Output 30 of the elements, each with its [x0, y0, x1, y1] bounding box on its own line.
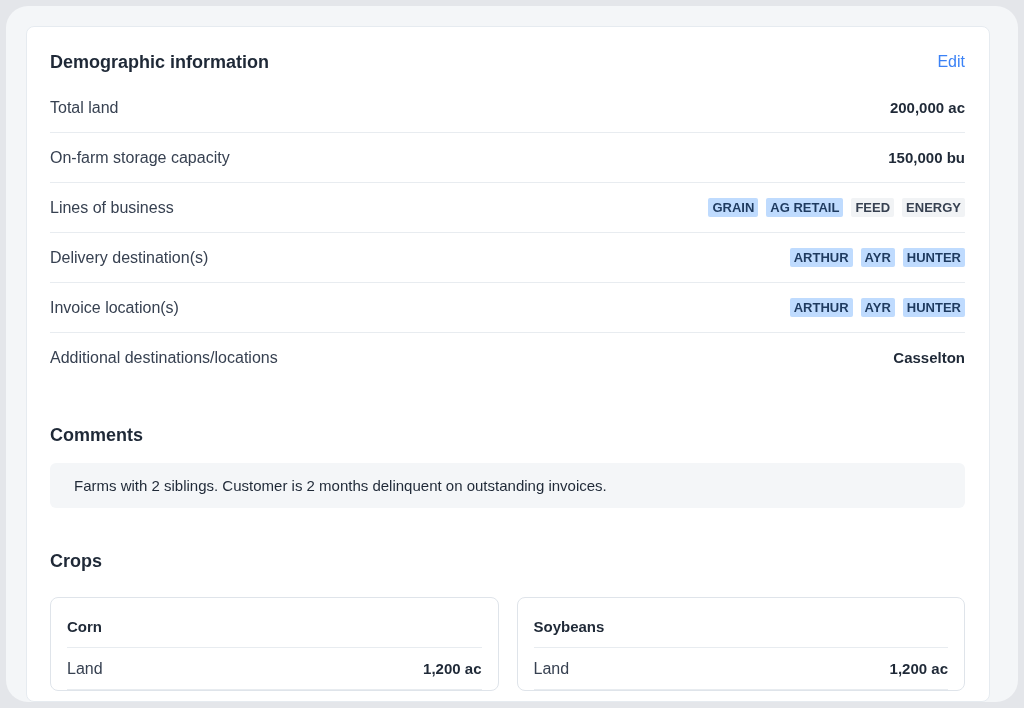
row-label: Land: [533, 659, 570, 678]
tag: AYR: [860, 248, 895, 267]
tag: AYR: [860, 298, 895, 317]
row-value: 200,000 ac: [889, 99, 965, 116]
crop-name: Corn: [67, 606, 482, 648]
tag: AG RETAIL: [766, 198, 844, 217]
tag: ARTHUR: [789, 298, 853, 317]
tag: HUNTER: [902, 298, 965, 317]
row-label: Delivery destination(s): [50, 248, 209, 267]
row-value: Casselton: [893, 349, 965, 366]
row-value: 1,200 ac: [889, 660, 948, 677]
row-value: 1,200 ac: [423, 660, 482, 677]
section-title: Crops: [50, 550, 103, 573]
tag: ARTHUR: [789, 248, 853, 267]
row-label: Land: [67, 659, 103, 678]
row-label: Additional destinations/locations: [50, 348, 278, 367]
tag: ENERGY: [902, 198, 965, 217]
crop-name: Soybeans: [533, 606, 948, 648]
row-label: Invoice location(s): [50, 298, 179, 317]
tag: FEED: [851, 198, 895, 217]
tag: GRAIN: [708, 198, 759, 217]
row-label: Lines of business: [50, 198, 174, 217]
tag: HUNTER: [902, 248, 965, 267]
section-title: Demographic information: [50, 51, 269, 73]
comment-text: Farms with 2 siblings. Customer is 2 months delinquent on outstanding invoices.: [50, 463, 965, 508]
row-value: 150,000 bu: [888, 149, 965, 166]
section-title: Comments: [50, 424, 144, 447]
edit-link[interactable]: Edit: [937, 53, 965, 71]
row-label: Total land: [50, 98, 119, 117]
row-label: On-farm storage capacity: [50, 148, 230, 167]
